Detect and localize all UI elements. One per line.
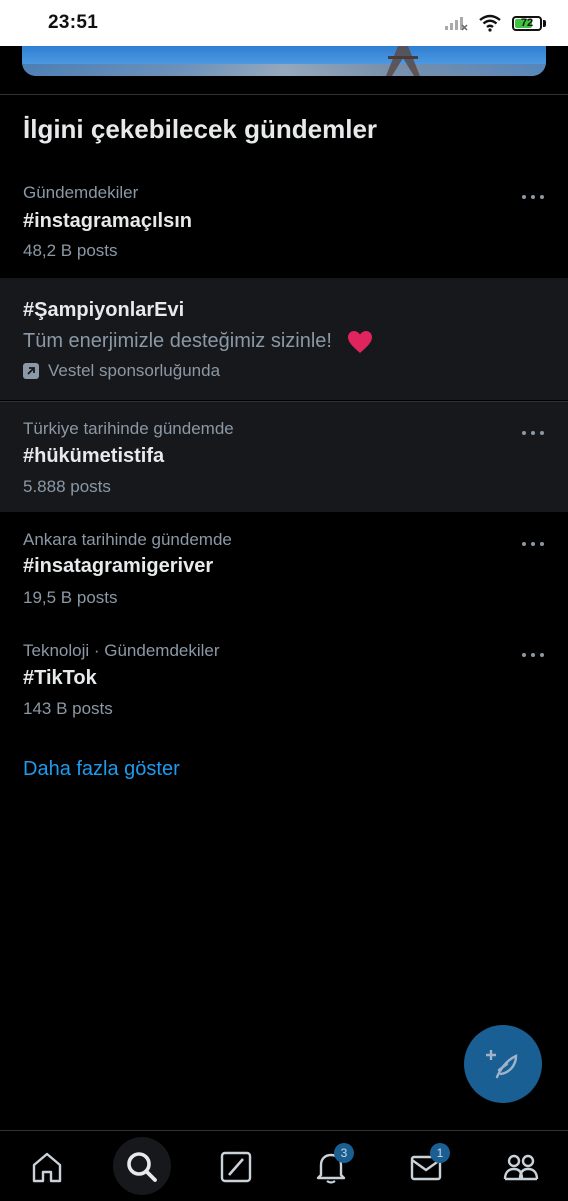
nav-home[interactable]	[25, 1145, 69, 1189]
status-icons: 72	[444, 14, 546, 32]
trend-name: #hükümetistifa	[23, 445, 165, 467]
promoted-icon	[23, 363, 39, 379]
nav-notifications[interactable]: 3	[309, 1143, 354, 1189]
search-icon	[127, 1152, 157, 1182]
status-time: 23:51	[48, 12, 99, 33]
trend-name: #ŞampiyonlarEvi	[23, 299, 185, 321]
trend-post-count: 143 B posts	[23, 699, 113, 718]
nav-communities[interactable]	[499, 1145, 543, 1189]
compose-button[interactable]	[464, 1025, 542, 1103]
more-options-icon[interactable]	[522, 539, 544, 549]
trend-category: Gündemdekiler	[23, 183, 139, 202]
trend-item[interactable]: Teknoloji · Gündemdekiler #TikTok 143 B …	[0, 625, 568, 736]
promoted-text: Tüm enerjimizle desteğimiz sizinle!	[23, 330, 332, 352]
battery-indicator: 72	[512, 15, 546, 31]
divider	[0, 94, 568, 95]
show-more-link[interactable]: Daha fazla göster	[23, 758, 180, 781]
trend-name: #insatagramigeriver	[23, 555, 214, 577]
more-options-icon[interactable]	[522, 192, 544, 202]
trend-post-count: 19,5 B posts	[23, 588, 118, 607]
more-options-icon[interactable]	[522, 428, 544, 438]
trend-post-count: 5.888 posts	[23, 477, 111, 496]
messages-badge: 1	[430, 1143, 450, 1163]
promoted-trend[interactable]: #ŞampiyonlarEvi Tüm enerjimizle desteğim…	[0, 278, 568, 400]
trend-item[interactable]: Gündemdekiler #instagramaçılsın 48,2 B p…	[0, 170, 568, 278]
trend-item[interactable]: Ankara tarihinde gündemde #insatagramige…	[0, 513, 568, 624]
bottom-navigation: 3 1	[0, 1130, 568, 1201]
trend-post-count: 48,2 B posts	[23, 241, 118, 260]
trend-category: Ankara tarihinde gündemde	[23, 530, 232, 549]
nav-grok[interactable]	[214, 1145, 258, 1189]
nav-search[interactable]	[120, 1145, 164, 1189]
notification-badge: 3	[334, 1143, 354, 1163]
trend-name: #TikTok	[23, 667, 97, 689]
trend-category: Teknoloji · Gündemdekiler	[23, 641, 220, 660]
section-title: İlgini çekebilecek gündemler	[23, 114, 378, 144]
banner-image[interactable]	[22, 46, 546, 76]
heart-icon	[348, 331, 372, 353]
more-options-icon[interactable]	[522, 650, 544, 660]
battery-level: 72	[520, 16, 534, 29]
trend-name: #instagramaçılsın	[23, 210, 192, 232]
nav-messages[interactable]: 1	[404, 1143, 450, 1189]
trend-category: Türkiye tarihinde gündemde	[23, 419, 234, 438]
eiffel-tower-image	[386, 46, 420, 76]
wifi-icon	[479, 14, 501, 32]
status-bar: 23:51 72	[0, 0, 568, 46]
feather-plus-icon	[486, 1050, 518, 1079]
signal-icon	[445, 17, 468, 31]
trend-item[interactable]: Türkiye tarihinde gündemde #hükümetistif…	[0, 401, 568, 512]
people-icon	[503, 1154, 539, 1181]
home-icon	[32, 1152, 62, 1183]
grok-icon	[220, 1151, 252, 1183]
promoted-label: Vestel sponsorluğunda	[48, 361, 221, 380]
